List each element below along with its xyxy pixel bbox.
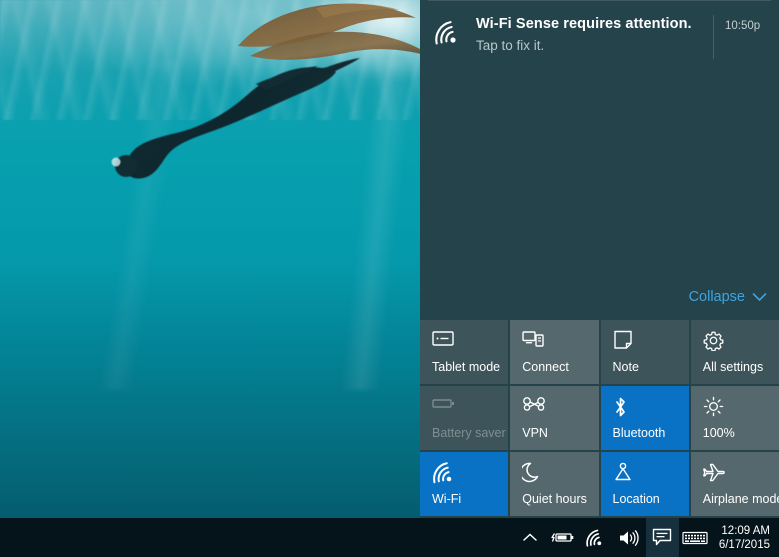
quick-action-quiet-hours[interactable]: Quiet hours: [510, 452, 599, 516]
notification-title: Wi-Fi Sense requires attention.: [476, 16, 692, 32]
quick-action-label: Note: [612, 360, 639, 374]
quick-action-label: Battery saver: [432, 426, 506, 440]
action-center-icon[interactable]: [645, 518, 679, 557]
chevron-down-icon: [752, 292, 767, 302]
quick-action-bluetooth[interactable]: Bluetooth: [600, 386, 689, 450]
wifi-icon: [432, 462, 508, 486]
quick-action-label: Location: [612, 492, 660, 506]
clock-date: 6/17/2015: [718, 538, 770, 551]
screen: Wi-Fi Sense requires attention. Tap to f…: [0, 0, 779, 557]
collapse-label: Collapse: [688, 289, 745, 305]
notification-timestamp: 10:50p: [713, 15, 779, 59]
quick-action-all-settings[interactable]: All settings: [690, 320, 779, 384]
volume-icon[interactable]: [613, 518, 646, 557]
quick-action-battery-saver[interactable]: Battery saver: [420, 386, 509, 450]
location-icon: [613, 462, 689, 486]
quick-action-location[interactable]: Location: [600, 452, 689, 516]
taskbar-clock[interactable]: 12:09 AM 6/17/2015: [712, 518, 779, 557]
clock-time: 12:09 AM: [721, 524, 770, 537]
taskbar[interactable]: 12:09 AM 6/17/2015: [0, 518, 779, 557]
quick-action-label: Airplane mode: [702, 492, 779, 506]
show-hidden-icons-icon[interactable]: [514, 518, 547, 557]
quick-action-brightness[interactable]: 100%: [690, 386, 779, 450]
quick-action-label: Connect: [522, 360, 569, 374]
gear-icon: [703, 330, 779, 354]
quick-action-vpn[interactable]: VPN: [510, 386, 599, 450]
wifi-sense-icon: [420, 15, 476, 45]
notification-subtitle: Tap to fix it.: [476, 38, 545, 53]
vpn-icon: [522, 396, 598, 420]
network-wifi-icon[interactable]: [580, 518, 613, 557]
quick-action-note[interactable]: Note: [600, 320, 689, 384]
brightness-icon: [703, 396, 779, 420]
battery-icon: [432, 396, 508, 420]
quick-action-label: Wi-Fi: [432, 492, 462, 506]
tablet-mode-icon: [432, 330, 508, 354]
quick-action-label: Bluetooth: [612, 426, 666, 440]
battery-charging-icon[interactable]: [547, 518, 580, 557]
moon-icon: [522, 462, 598, 486]
quick-action-connect[interactable]: Connect: [510, 320, 599, 384]
bluetooth-icon: [613, 396, 689, 420]
note-icon: [613, 330, 689, 354]
airplane-icon: [702, 462, 779, 486]
action-center-panel[interactable]: Wi-Fi Sense requires attention. Tap to f…: [420, 0, 779, 518]
notification-text: Wi-Fi Sense requires attention. Tap to f…: [476, 15, 713, 55]
quick-actions-grid: Tablet mode Connect Note All settings Ba…: [420, 320, 779, 518]
quick-action-label: VPN: [522, 426, 548, 440]
quick-action-label: All settings: [702, 360, 764, 374]
quick-action-label: Tablet mode: [432, 360, 501, 374]
collapse-button[interactable]: Collapse: [689, 289, 767, 305]
touch-keyboard-icon[interactable]: [679, 518, 712, 557]
notification-list: Wi-Fi Sense requires attention. Tap to f…: [420, 0, 779, 280]
quick-action-airplane-mode[interactable]: Airplane mode: [690, 452, 779, 516]
diver-silhouette: [111, 58, 360, 179]
quick-action-label: Quiet hours: [522, 492, 587, 506]
quick-action-wifi[interactable]: Wi-Fi: [420, 452, 509, 516]
collapse-row: Collapse: [420, 280, 779, 314]
quick-action-label: 100%: [702, 426, 735, 440]
quick-action-tablet-mode[interactable]: Tablet mode: [420, 320, 509, 384]
system-tray: [514, 518, 712, 557]
connect-icon: [522, 330, 598, 354]
notification-item-wifi-sense[interactable]: Wi-Fi Sense requires attention. Tap to f…: [420, 1, 779, 75]
